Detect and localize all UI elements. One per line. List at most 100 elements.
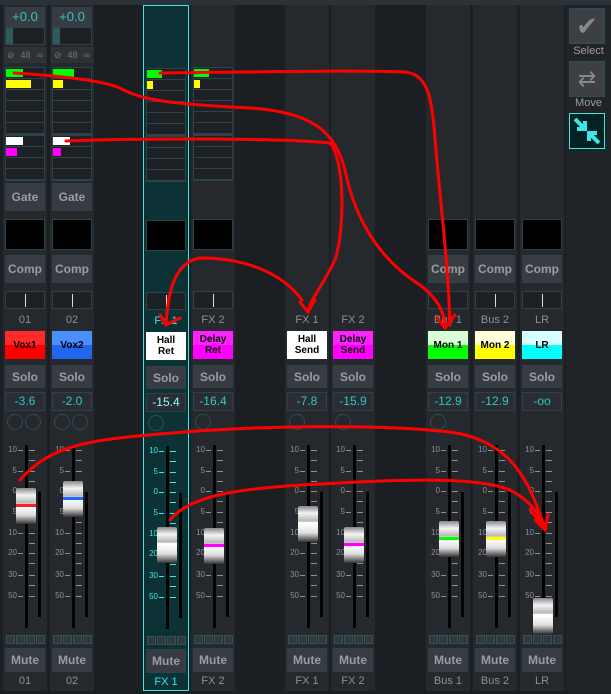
- status-led: [288, 635, 297, 644]
- channel-strip-lr[interactable]: Comp LR LR Solo -oo 10 5 0 5 10 20 30 50 Mute LR: [520, 5, 564, 691]
- mute-button[interactable]: Mute: [52, 648, 92, 672]
- pan-control[interactable]: [5, 291, 45, 309]
- aux-knob[interactable]: [7, 414, 23, 430]
- scale-tick: [311, 553, 317, 554]
- channel-name[interactable]: Delay Send: [333, 331, 373, 359]
- gain-value[interactable]: +0.0: [52, 7, 92, 27]
- channel-strip-02[interactable]: +0.0 ⊘ 48 ∞ Gate Comp 02 Vox2 Solo -2.0 10 5 0 5 10 20…: [50, 5, 94, 691]
- fader-value[interactable]: -15.4: [146, 393, 186, 412]
- collapse-button[interactable]: [569, 113, 605, 149]
- channel-strip-01[interactable]: +0.0 ⊘ 48 ∞ Gate Comp 01 Vox1 Solo -3.6 10 5 0 5 10 20…: [3, 5, 47, 691]
- select-button[interactable]: ✔: [569, 8, 605, 44]
- comp-button[interactable]: Comp: [428, 255, 468, 283]
- phantom-power-button[interactable]: 48: [68, 50, 78, 60]
- aux-knob[interactable]: [289, 414, 305, 430]
- channel-name[interactable]: Vox2: [52, 331, 92, 359]
- solo-button[interactable]: Solo: [146, 366, 186, 389]
- solo-button[interactable]: Solo: [333, 365, 373, 388]
- aux-knob[interactable]: [72, 414, 88, 430]
- aux-knob[interactable]: [148, 415, 164, 431]
- channel-name[interactable]: Delay Ret: [193, 331, 233, 359]
- scale-tick-label: 5: [294, 466, 299, 475]
- move-button[interactable]: ⇄: [569, 61, 605, 97]
- channel-strip-fx2ret[interactable]: FX 2 Delay Ret Solo -16.4 10 5 0 5 10 20 30 50 Mute F…: [191, 5, 235, 691]
- mute-button[interactable]: Mute: [5, 648, 45, 672]
- fader-value[interactable]: -16.4: [193, 392, 233, 411]
- gate-button[interactable]: Gate: [5, 183, 45, 211]
- solo-button[interactable]: Solo: [475, 365, 515, 388]
- scale-tick: [170, 597, 176, 598]
- scale-tick: [76, 522, 82, 523]
- channel-name[interactable]: Hall Send: [287, 331, 327, 359]
- phase-invert-icon[interactable]: ⊘: [54, 50, 62, 61]
- mute-button[interactable]: Mute: [475, 648, 515, 672]
- solo-button[interactable]: Solo: [5, 365, 45, 388]
- comp-button[interactable]: Comp: [5, 255, 45, 283]
- channel-name[interactable]: Mon 2: [475, 331, 515, 359]
- mute-button[interactable]: Mute: [146, 649, 186, 673]
- fader-value[interactable]: -12.9: [475, 392, 515, 411]
- channel-strip-fx1ret[interactable]: FX 1 Hall Ret Solo -15.4 10 5 0 5 10 20 30 50 Mute FX…: [143, 5, 189, 691]
- fader-value[interactable]: -15.9: [333, 392, 373, 411]
- channel-footer-label: LR: [534, 675, 550, 687]
- trim-slider[interactable]: [52, 27, 92, 45]
- fader-value[interactable]: -2.0: [52, 392, 92, 411]
- channel-name[interactable]: Hall Ret: [146, 332, 186, 360]
- channel-strip-fx2send[interactable]: FX 2 Delay Send Solo -15.9 10 5 0 5 10 20 30 50 Mute…: [331, 5, 375, 691]
- fader-handle[interactable]: [63, 481, 83, 518]
- phase-invert-icon[interactable]: ⊘: [7, 50, 15, 61]
- fader-handle[interactable]: [298, 505, 318, 542]
- channel-strip-bus1[interactable]: Comp Bus 1 Mon 1 Solo -12.9 10 5 0 5 10 20 30 50 Mute…: [426, 5, 470, 691]
- fader-value[interactable]: -7.8: [287, 392, 327, 411]
- link-icon[interactable]: ∞: [37, 50, 43, 60]
- gate-button[interactable]: Gate: [52, 183, 92, 211]
- aux-knob[interactable]: [430, 414, 446, 430]
- fader-handle[interactable]: [533, 598, 553, 634]
- link-icon[interactable]: ∞: [84, 50, 90, 60]
- gain-value[interactable]: +0.0: [5, 7, 45, 27]
- aux-knob[interactable]: [54, 414, 70, 430]
- fader-handle[interactable]: [486, 520, 506, 557]
- aux-knob[interactable]: [195, 414, 211, 430]
- comp-button[interactable]: Comp: [522, 255, 562, 283]
- scale-tick: [546, 585, 552, 586]
- fader-handle[interactable]: [344, 526, 364, 563]
- mute-button[interactable]: Mute: [333, 648, 373, 672]
- pan-control[interactable]: [522, 291, 562, 309]
- solo-button[interactable]: Solo: [522, 365, 562, 388]
- fader-handle[interactable]: [157, 526, 177, 563]
- channel-name[interactable]: Mon 1: [428, 331, 468, 359]
- aux-knob[interactable]: [335, 414, 351, 430]
- trim-slider[interactable]: [5, 27, 45, 45]
- solo-button[interactable]: Solo: [193, 365, 233, 388]
- status-led: [83, 635, 92, 644]
- fader-value[interactable]: -12.9: [428, 392, 468, 411]
- pan-control[interactable]: [146, 292, 186, 310]
- comp-button[interactable]: Comp: [52, 255, 92, 283]
- mute-button[interactable]: Mute: [193, 648, 233, 672]
- fader-handle[interactable]: [439, 520, 459, 557]
- pan-control[interactable]: [193, 291, 233, 309]
- mute-button[interactable]: Mute: [287, 648, 327, 672]
- pan-control[interactable]: [52, 291, 92, 309]
- channel-name[interactable]: LR: [522, 331, 562, 359]
- fader-handle[interactable]: [16, 488, 36, 525]
- scale-tick: [499, 481, 505, 482]
- channel-strip-fx1send[interactable]: FX 1 Hall Send Solo -7.8 10 5 0 5 10 20 30 50 Mute FX…: [285, 5, 329, 691]
- pan-control[interactable]: [428, 291, 468, 309]
- phantom-power-button[interactable]: 48: [21, 50, 31, 60]
- mute-button[interactable]: Mute: [428, 648, 468, 672]
- channel-strip-bus2[interactable]: Comp Bus 2 Mon 2 Solo -12.9 10 5 0 5 10 20 30 50 Mute…: [473, 5, 517, 691]
- channel-name[interactable]: Vox1: [5, 331, 45, 359]
- fader-value[interactable]: -oo: [522, 392, 562, 411]
- mute-button[interactable]: Mute: [522, 648, 562, 672]
- solo-button[interactable]: Solo: [287, 365, 327, 388]
- aux-knob[interactable]: [25, 414, 41, 430]
- fader-handle[interactable]: [204, 527, 224, 564]
- pan-control[interactable]: [475, 291, 515, 309]
- comp-button[interactable]: Comp: [475, 255, 515, 283]
- solo-button[interactable]: Solo: [52, 365, 92, 388]
- fader-value[interactable]: -3.6: [5, 392, 45, 411]
- scale-tick: [346, 575, 351, 576]
- solo-button[interactable]: Solo: [428, 365, 468, 388]
